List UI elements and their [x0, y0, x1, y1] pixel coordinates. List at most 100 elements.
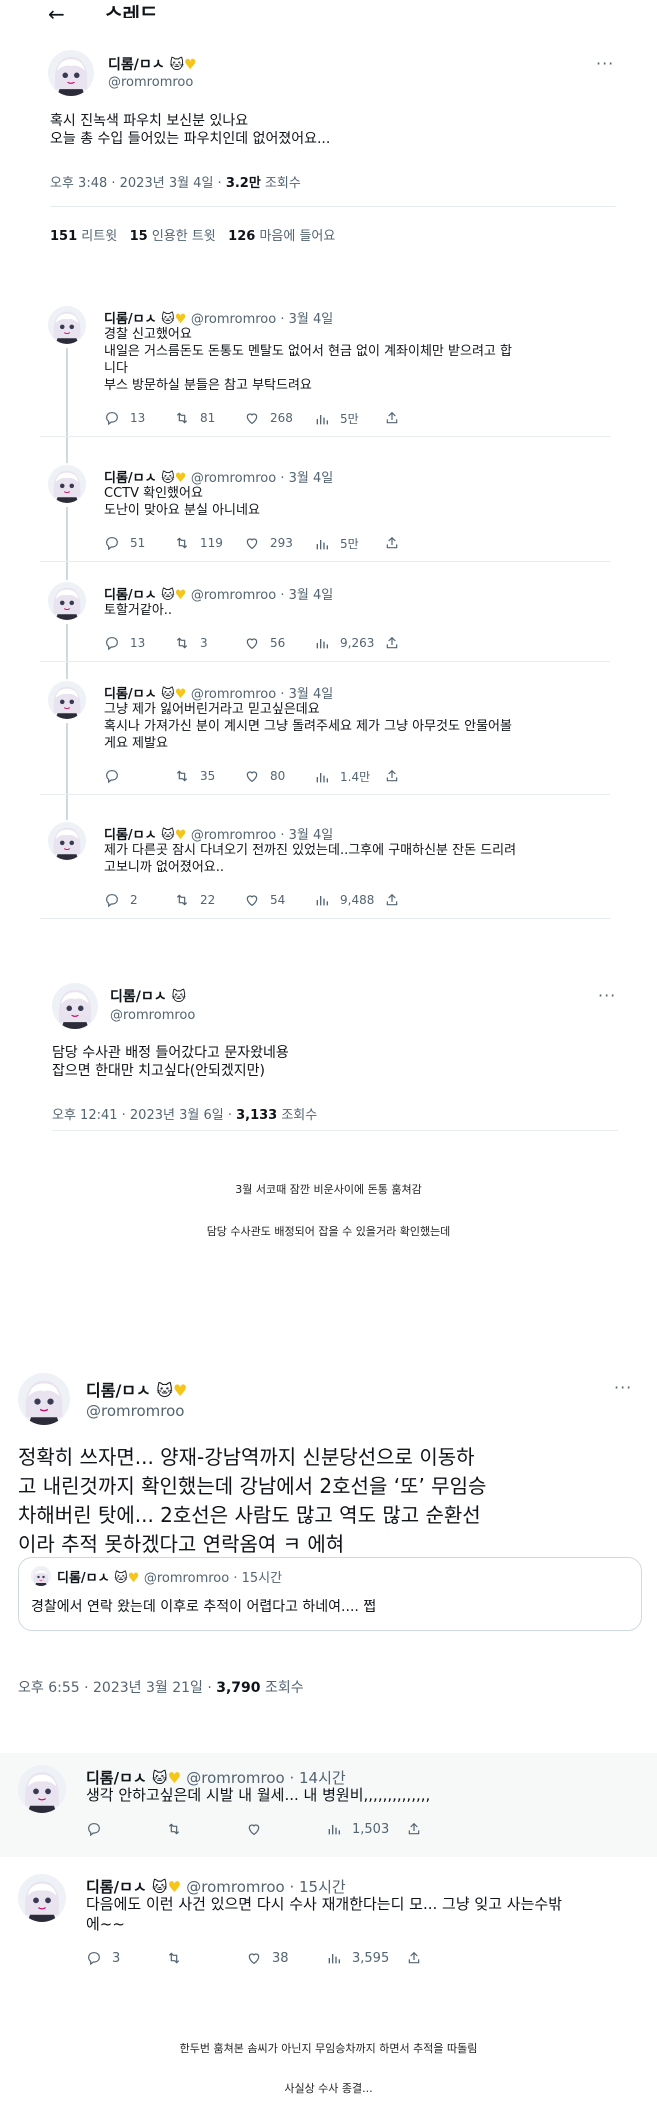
retweet-button[interactable]: 22	[174, 892, 215, 908]
more-options-icon[interactable]: ···	[596, 54, 614, 73]
share-button[interactable]	[384, 410, 400, 426]
quote-count-link[interactable]: 15 인용한 트윗	[130, 229, 216, 244]
more-options-icon[interactable]: ···	[614, 1378, 632, 1397]
like-button[interactable]	[246, 1821, 272, 1837]
like-button[interactable]: 80	[244, 768, 285, 784]
share-button[interactable]	[406, 1950, 422, 1966]
share-button[interactable]	[384, 535, 400, 551]
reply-text: 제가 다른곳 잠시 다녀오기 전까진 있었는데..그후에 구매하신분 잔돈 드리…	[104, 843, 517, 875]
display-name: 디롬/ㅁㅅ	[57, 1571, 110, 1586]
share-button[interactable]	[406, 1821, 422, 1837]
reply-button[interactable]: 13	[104, 635, 145, 651]
action-count: 3,595	[352, 1950, 390, 1966]
bar-chart-icon	[314, 411, 330, 427]
bar-chart-icon	[314, 635, 330, 651]
caption-text: 3월 서코때 잠깐 비운사이에 돈통 훔쳐감	[235, 1183, 422, 1196]
action-count: 51	[130, 536, 146, 550]
retweet-count-link[interactable]: 151 리트윗	[50, 229, 117, 244]
avatar[interactable]	[48, 681, 86, 719]
avatar[interactable]	[18, 1874, 66, 1922]
user-handle: @romromroo	[86, 1402, 185, 1420]
reply-button[interactable]: 3	[86, 1950, 120, 1966]
reply-button[interactable]	[86, 1821, 112, 1837]
avatar[interactable]	[52, 983, 98, 1029]
reply-icon	[104, 535, 120, 551]
cat-face-icon: 🐱	[114, 1571, 128, 1586]
retweet-button[interactable]: 81	[174, 410, 215, 426]
avatar[interactable]	[48, 465, 86, 503]
retweet-button[interactable]: 119	[174, 535, 223, 551]
heart-icon	[246, 1821, 262, 1837]
retweet-button[interactable]: 3	[174, 635, 208, 651]
user-handle: @romromroo	[108, 75, 194, 90]
retweet-icon	[174, 768, 190, 784]
avatar[interactable]	[18, 1765, 66, 1813]
reply-button[interactable]: 13	[104, 410, 145, 426]
views-button[interactable]: 9,488	[314, 892, 374, 908]
more-options-icon[interactable]: ···	[598, 986, 616, 1005]
retweet-button[interactable]	[166, 1950, 192, 1966]
tweet-text: 정확히 쓰자면... 양재-강남역까지 신분당선으로 이동하 고 내린것까지 확…	[18, 1445, 487, 1556]
avatar[interactable]	[48, 306, 86, 344]
action-count: 35	[200, 769, 216, 783]
share-icon	[384, 635, 400, 651]
views-button[interactable]: 1,503	[326, 1821, 389, 1837]
quoted-tweet[interactable]: 디롬/ㅁㅅ 🐱♥ @romromroo · 15시간 경찰에서 연락 왔는데 이…	[18, 1557, 642, 1631]
share-button[interactable]	[384, 892, 400, 908]
reply-text: 그냥 제가 잃어버린거라고 믿고싶은데요 혹시나 가져가신 분이 계시면 그냥 돌…	[104, 702, 512, 751]
avatar[interactable]	[48, 822, 86, 860]
avatar[interactable]	[48, 50, 94, 96]
bar-chart-icon	[326, 1950, 342, 1966]
yellow-heart-icon: ♥	[184, 57, 197, 73]
display-name: 디롬/ㅁㅅ	[108, 57, 165, 73]
reply-button[interactable]: 51	[104, 535, 145, 551]
share-icon	[406, 1821, 422, 1837]
share-icon	[384, 768, 400, 784]
tweet-timestamp: 오후 6:55 · 2023년 3월 21일 · 3,790 조회수	[18, 1680, 304, 1696]
retweet-icon	[174, 635, 190, 651]
bar-chart-icon	[314, 769, 330, 785]
caption-text: 사실상 수사 종결...	[284, 2082, 373, 2095]
views-button[interactable]: 3,595	[326, 1950, 389, 1966]
action-count: 9,488	[340, 893, 375, 907]
share-button[interactable]	[384, 635, 400, 651]
views-button[interactable]: 5만	[314, 410, 359, 427]
views-button[interactable]: 9,263	[314, 635, 374, 651]
retweet-icon	[174, 535, 190, 551]
avatar[interactable]	[48, 582, 86, 620]
views-button[interactable]: 5만	[314, 535, 359, 552]
action-count: 5만	[340, 537, 359, 551]
thread-connector	[66, 624, 68, 679]
like-button[interactable]: 56	[244, 635, 285, 651]
reply-text: 다음에도 이런 사건 있으면 다시 수사 재개한다는디 모... 그냥 잊고 사…	[86, 1895, 562, 1933]
tweet-meta: @romromroo · 3월 4일	[190, 588, 334, 603]
reply-button[interactable]: 2	[104, 892, 138, 908]
like-button[interactable]: 268	[244, 410, 293, 426]
action-count: 56	[270, 636, 286, 650]
views-button[interactable]: 1.4만	[314, 768, 370, 785]
caption-text: 담당 수사관도 배정되어 잡을 수 있을거라 확인했는데	[206, 1225, 451, 1238]
yellow-heart-icon: ♥	[174, 687, 187, 702]
heart-icon	[244, 768, 260, 784]
action-count: 3	[200, 636, 208, 650]
retweet-button[interactable]	[166, 1821, 192, 1837]
retweet-button[interactable]: 35	[174, 768, 215, 784]
action-count: 5만	[340, 412, 359, 426]
tweet-timestamp: 오후 12:41 · 2023년 3월 6일 · 3,133 조회수	[52, 1108, 318, 1123]
cat-face-icon: 🐱	[161, 588, 175, 603]
action-count: 3	[112, 1950, 121, 1966]
back-button[interactable]: ←	[48, 2, 65, 26]
yellow-heart-icon: ♥	[173, 1381, 188, 1400]
reply-button[interactable]	[104, 768, 130, 784]
like-button[interactable]: 54	[244, 892, 285, 908]
share-button[interactable]	[384, 768, 400, 784]
heart-icon	[244, 635, 260, 651]
like-button[interactable]: 293	[244, 535, 293, 551]
like-count-link[interactable]: 126 마음에 들어요	[228, 229, 335, 244]
display-name: 디롬/ㅁㅅ	[86, 1381, 151, 1400]
action-count: 119	[200, 536, 223, 550]
avatar[interactable]	[18, 1373, 70, 1425]
reply-text: 생각 안하고싶은데 시발 내 월세... 내 병원비,,,,,,,,,,,,,,	[86, 1786, 431, 1804]
like-button[interactable]: 38	[246, 1950, 289, 1966]
heart-icon	[246, 1950, 262, 1966]
